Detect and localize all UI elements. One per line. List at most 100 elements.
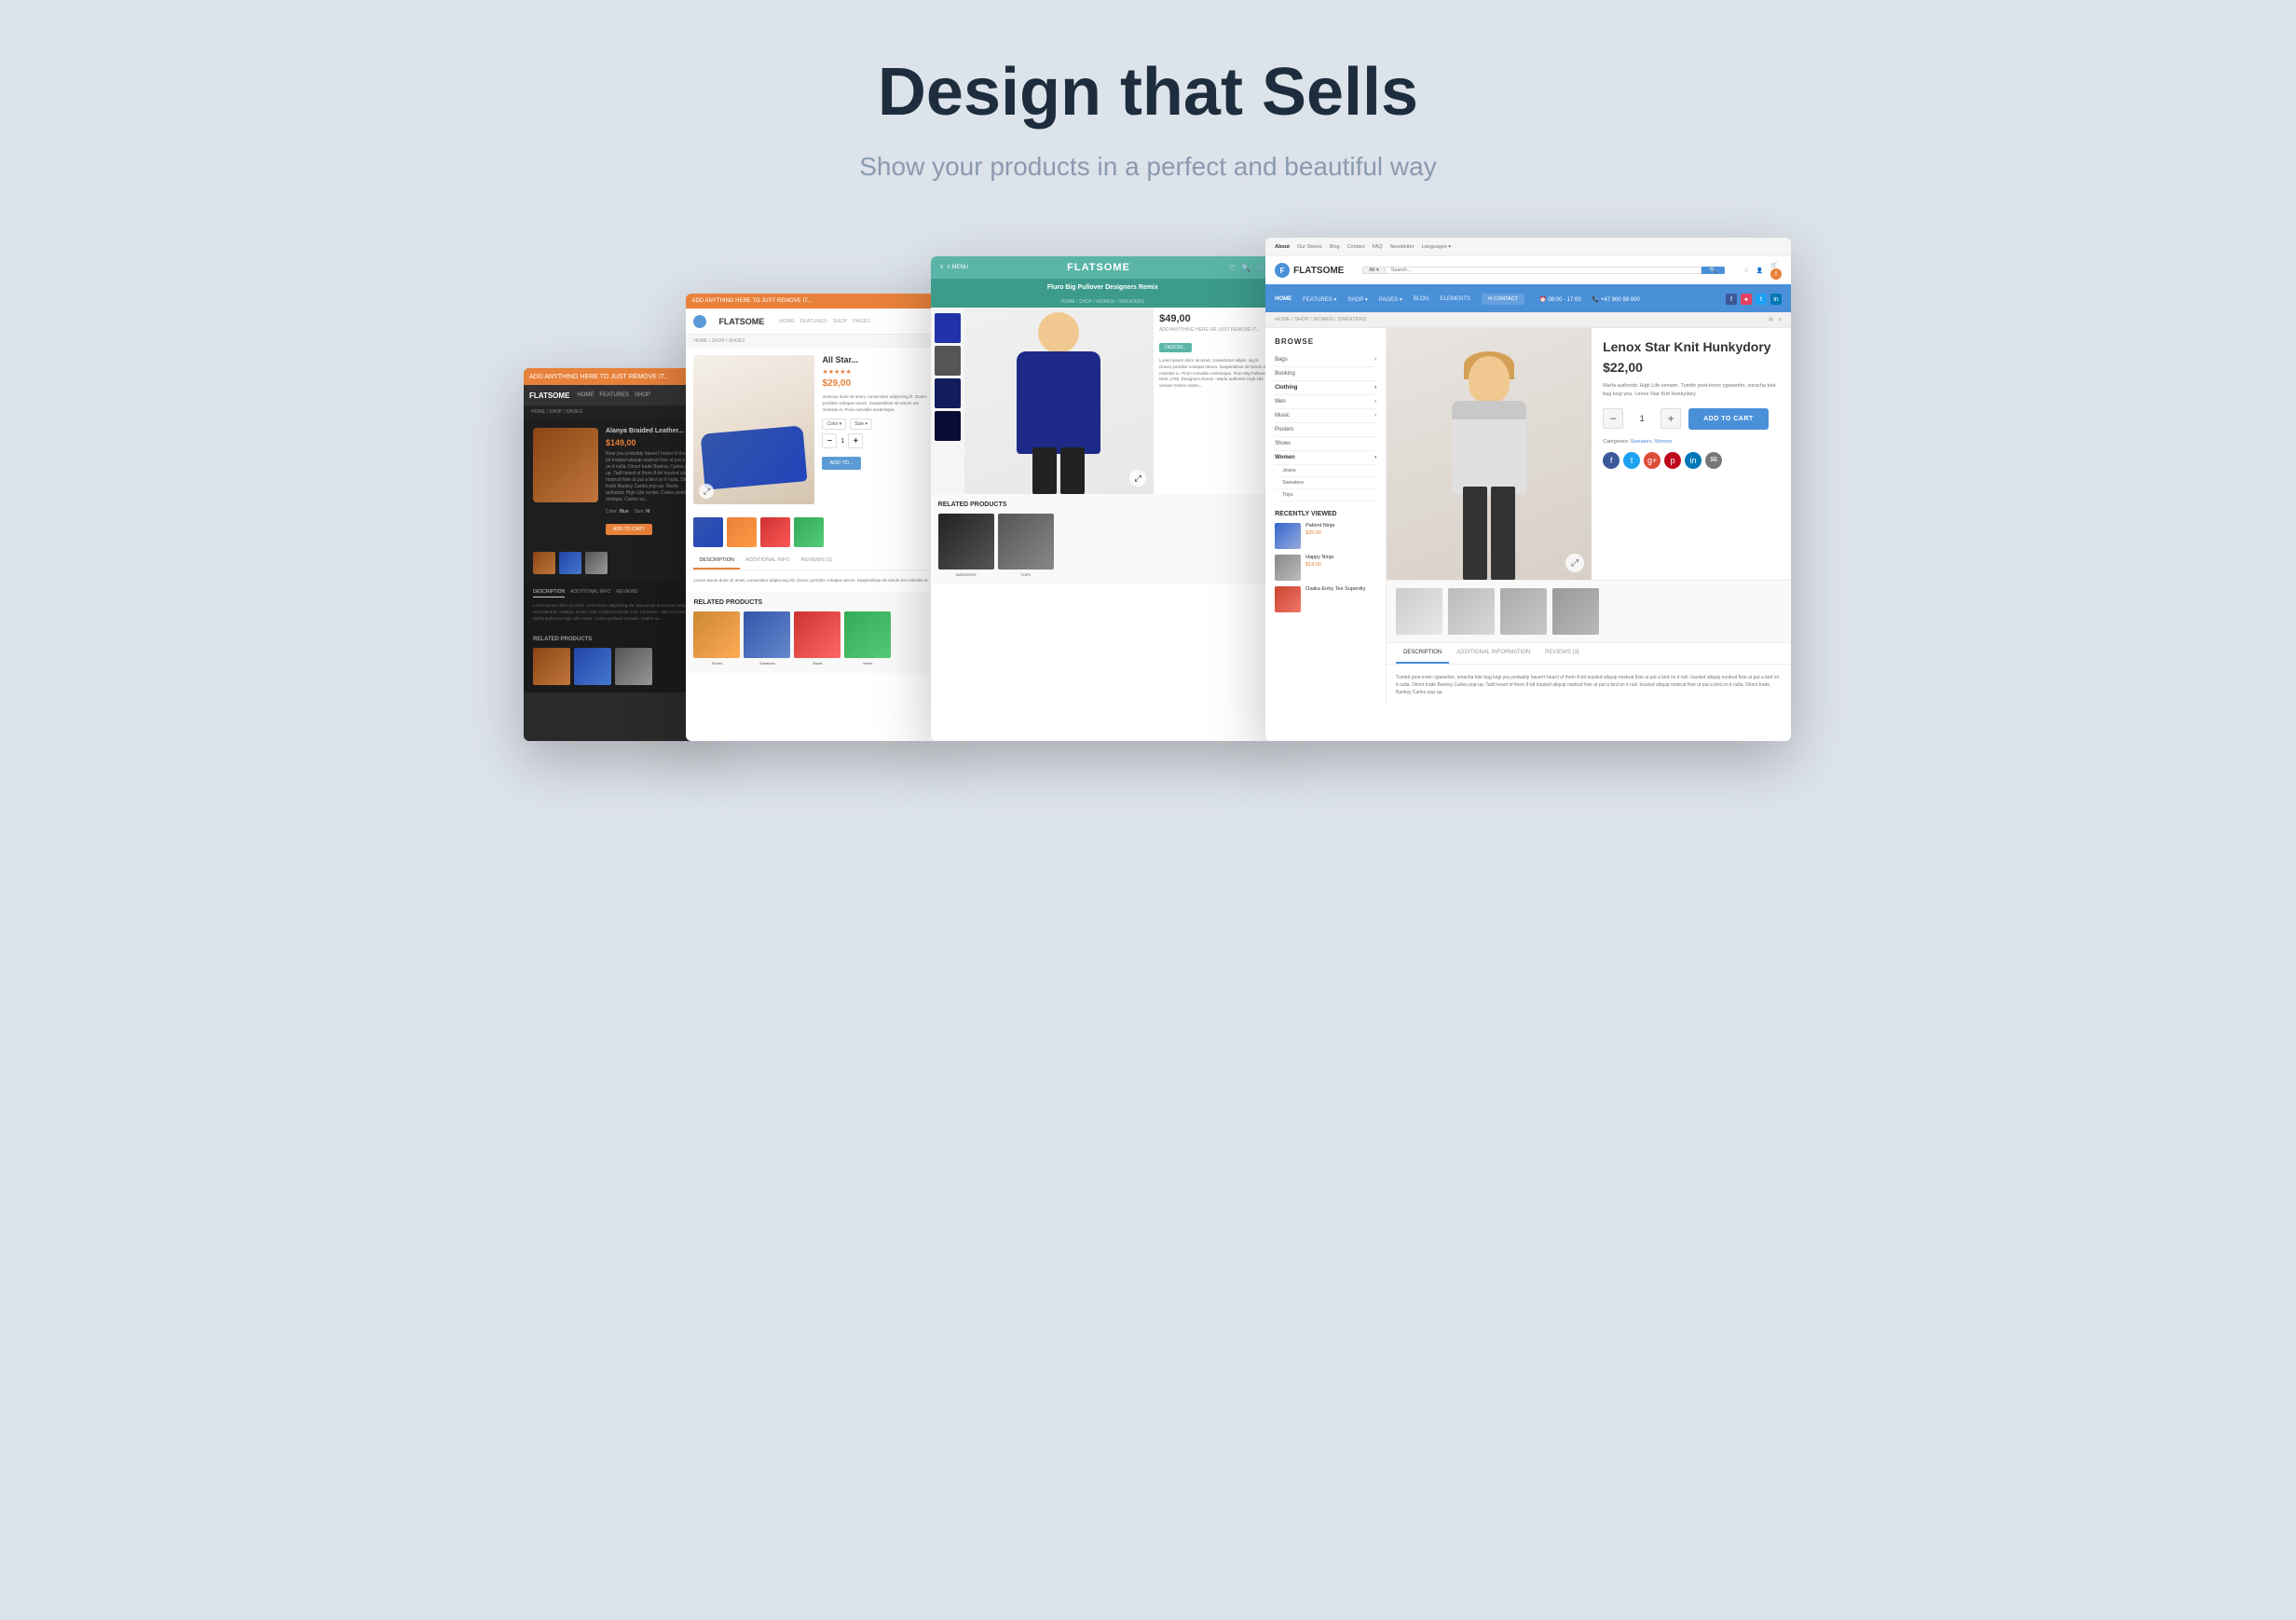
sc4-newsletter-link[interactable]: Newsletter [1390,244,1414,250]
sc4-languages-link[interactable]: Languages ▾ [1422,244,1452,250]
sc4-instagram-icon[interactable]: ● [1741,294,1752,305]
sc1-related-item-3[interactable] [615,648,652,685]
sc4-nav-blog[interactable]: BLOG [1414,296,1429,302]
sc2-thumb-3[interactable] [760,517,790,547]
sc4-thumb-3[interactable] [1500,588,1547,635]
sc1-tab-additional[interactable]: ADDITIONAL INFO [570,589,610,597]
sc4-share-googleplus[interactable]: g+ [1644,452,1660,469]
sc4-search-category[interactable]: All ▾ [1362,267,1384,274]
sc4-stores-link[interactable]: Our Stores [1297,244,1322,250]
sc4-user-icon[interactable]: 👤 [1756,268,1763,274]
sc4-zoom-icon[interactable]: ⤢ [1565,554,1584,572]
sc4-women-link[interactable]: Women [1655,439,1673,445]
sc4-recent-2[interactable]: Happy Ninja $18,00 [1275,555,1376,581]
sc2-thumb-4[interactable] [794,517,824,547]
sc2-thumb-2[interactable] [727,517,757,547]
sc4-nav-features[interactable]: FEATURES ▾ [1303,296,1336,303]
sc4-sidebar-shoes[interactable]: Shoes [1275,437,1376,451]
sc4-linkedin-icon[interactable]: in [1770,294,1782,305]
sc2-related-item-4[interactable]: Heels [844,611,891,666]
sc4-sidebar-tops[interactable]: Tops [1275,489,1376,501]
sc4-breadcrumb-text: HOME / SHOP / WOMEN / SWEATERS [1275,317,1366,323]
sc4-sidebar-music[interactable]: Music› [1275,409,1376,423]
sc3-search-icon[interactable]: 🔍 [1241,264,1250,272]
sc4-qty-minus[interactable]: − [1603,408,1623,429]
sc3-thumb-4[interactable] [935,411,961,441]
sc3-heart-icon[interactable]: ♡ [1229,264,1236,272]
sc4-recent-3[interactable]: Osaka Entry Tee Superdry [1275,586,1376,612]
sc2-size-select[interactable]: Size ▾ [850,419,872,430]
sc1-related-item-2[interactable] [574,648,611,685]
sc1-thumb-3[interactable] [585,552,608,574]
sc4-twitter-icon[interactable]: t [1756,294,1767,305]
sc4-nav-shop[interactable]: SHOP ▾ [1347,296,1368,303]
sc4-share-twitter[interactable]: t [1623,452,1640,469]
sc4-thumb-1[interactable] [1396,588,1442,635]
sc4-sidebar-clothing[interactable]: Clothing› [1275,381,1376,395]
sc2-tab-description[interactable]: DESCRIPTION [693,553,740,570]
sc3-related-1[interactable]: SWEATERS [938,514,994,577]
sc2-tab-additional[interactable]: ADDITIONAL INFO [740,553,795,570]
sc3-related-2[interactable]: TOPS [998,514,1054,577]
sc3-cart-icon[interactable]: 🛒 [1256,264,1265,272]
sc4-add-to-cart-button[interactable]: ADD TO CART [1688,408,1769,430]
sc2-qty-plus[interactable]: + [848,433,863,448]
sc4-search-input[interactable] [1385,267,1702,274]
sc4-share-email[interactable]: ✉ [1705,452,1722,469]
sc4-blog-link[interactable]: Blog [1330,244,1340,250]
sc1-tab-description[interactable]: DESCRIPTION [533,589,565,597]
sc3-thumb-3[interactable] [935,378,961,408]
sc1-related-item-1[interactable] [533,648,570,685]
sc4-sidebar-booking[interactable]: Booking [1275,367,1376,381]
sc4-grid-view-icon[interactable]: ⊞ [1769,317,1773,323]
sc3-description-tag[interactable]: DESCRI... [1159,343,1192,352]
sc3-thumb-1[interactable] [935,313,961,343]
sc4-wishlist-icon[interactable]: ♡ [1743,268,1748,274]
sc2-qty-minus[interactable]: − [822,433,837,448]
sc4-sidebar-women[interactable]: Women› [1275,451,1376,465]
sc4-recent-1[interactable]: Patient Ninja $35,00 [1275,523,1376,549]
sc4-contact-btn[interactable]: ✉ CONTACT [1482,294,1524,305]
sc4-thumb-4[interactable] [1552,588,1599,635]
sc4-share-pinterest[interactable]: p [1664,452,1681,469]
sc2-add-btn[interactable]: ADD TO... [822,457,860,470]
sc2-thumb-1[interactable] [693,517,723,547]
sc3-menu[interactable]: ≡ ≡ MENU [940,265,968,270]
sc1-thumb-2[interactable] [559,552,581,574]
sc4-content: BROWSE Bags› Booking Clothing› Men› Musi… [1265,328,1791,706]
sc4-nav-home[interactable]: HOME [1275,296,1292,302]
sc4-faq-link[interactable]: FAQ [1373,244,1383,250]
sc4-list-view-icon[interactable]: ≡ [1779,317,1782,323]
sc4-sidebar-men[interactable]: Men› [1275,395,1376,409]
sc4-thumb-2[interactable] [1448,588,1495,635]
sc4-sidebar-bags[interactable]: Bags› [1275,353,1376,367]
sc3-zoom-icon[interactable]: ⤢ [1129,470,1146,487]
sc1-thumb-1[interactable] [533,552,555,574]
sc4-sidebar-jeans[interactable]: Jeans [1275,465,1376,477]
sc4-contact-link[interactable]: Contact [1347,244,1365,250]
sc4-qty-plus[interactable]: + [1660,408,1681,429]
sc4-sidebar-posters[interactable]: Posters [1275,423,1376,437]
sc4-tab-description[interactable]: DESCRIPTION [1396,643,1449,664]
sc2-tab-reviews[interactable]: REVIEWS (2) [796,553,839,570]
sc2-related-item-2[interactable]: Sneakers [744,611,790,666]
sc4-share-linkedin[interactable]: in [1685,452,1702,469]
sc4-nav-elements[interactable]: ELEMENTS [1441,296,1470,302]
sc4-facebook-icon[interactable]: f [1726,294,1737,305]
sc4-sidebar-sweaters[interactable]: Sweaters [1275,477,1376,489]
sc3-thumb-2[interactable] [935,346,961,376]
sc1-tab-reviews[interactable]: REVIEWS [616,589,637,597]
sc4-cart-icon[interactable]: 🛒 [1770,263,1777,268]
sc4-share-facebook[interactable]: f [1603,452,1620,469]
sc4-search-button[interactable]: 🔍 [1702,267,1725,274]
sc2-related-item-3[interactable]: Boots [794,611,840,666]
sc4-nav-pages[interactable]: PAGES ▾ [1379,296,1402,303]
sc2-color-select[interactable]: Color ▾ [822,419,846,430]
sc2-zoom-icon[interactable]: ⤢ [699,484,714,499]
sc4-sweaters-link[interactable]: Sweaters [1631,439,1652,445]
sc2-related-item-1[interactable]: Shoes [693,611,740,666]
sc4-tab-additional[interactable]: ADDITIONAL INFORMATION [1449,643,1538,664]
sc1-add-btn[interactable]: ADD TO CART [606,524,652,535]
sc4-tab-reviews[interactable]: REVIEWS (3) [1538,643,1587,664]
sc4-about-link[interactable]: About [1275,244,1290,250]
